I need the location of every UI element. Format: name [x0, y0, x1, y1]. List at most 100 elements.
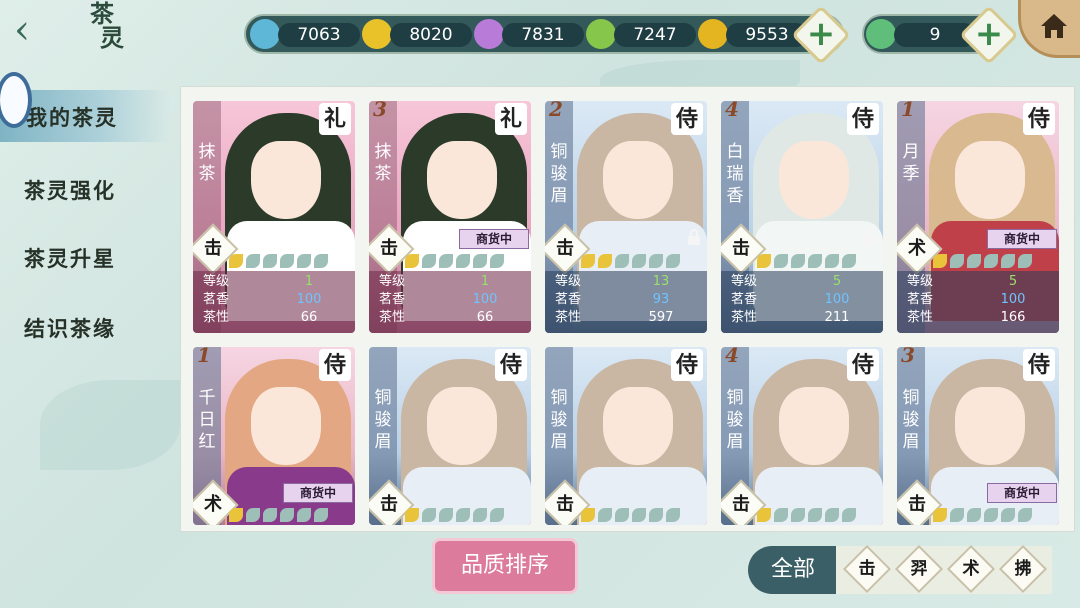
class-badge: 侍 — [495, 349, 527, 381]
menu-item-encounter[interactable]: 结识茶缘 — [24, 313, 116, 343]
tea-spirit-card[interactable]: 千日红 1 侍术商货中 — [193, 347, 355, 525]
status-tag: 商货中 — [987, 483, 1057, 503]
leaf-icon — [967, 508, 981, 522]
stat-aroma: 茗香 100 — [199, 291, 349, 309]
card-stats: 等级 1 茗香 100 茶性 66 — [193, 271, 355, 333]
stat-label: 等级 — [379, 274, 406, 289]
leaf-icon — [456, 508, 470, 522]
filter-button[interactable]: 拂 — [998, 544, 1048, 594]
leaf-icon — [774, 254, 788, 268]
leaf-icon — [490, 508, 504, 522]
menu-item-enhance[interactable]: 茶灵强化 — [24, 175, 116, 205]
stat-level: 等级 1 — [199, 273, 349, 291]
leaf-icon — [581, 254, 595, 268]
leaf-icon — [842, 254, 856, 268]
stat-value: 1 — [304, 274, 314, 289]
class-badge: 侍 — [847, 349, 879, 381]
resource-value: 8020 — [390, 23, 472, 47]
leaf-icon — [933, 508, 947, 522]
leaf-icon — [405, 508, 419, 522]
stat-aroma: 茗香 100 — [903, 291, 1053, 309]
leaf-rating — [933, 507, 1035, 523]
star-count: 3 — [373, 101, 387, 121]
stat-value: 66 — [300, 310, 318, 325]
stat-label: 等级 — [203, 274, 230, 289]
type-badge-label: 击 — [732, 238, 750, 259]
filter-button[interactable]: 击 — [842, 544, 892, 594]
tea-spirit-card[interactable]: 铜骏眉侍击 — [545, 347, 707, 525]
type-badge-label: 击 — [732, 494, 750, 515]
leaf-icon — [314, 508, 328, 522]
filter-button[interactable]: 羿 — [894, 544, 944, 594]
filter-button[interactable]: 术 — [946, 544, 996, 594]
leaf-icon — [280, 254, 294, 268]
star-count: 3 — [901, 347, 915, 367]
stat-label: 等级 — [907, 274, 934, 289]
leaf-rating — [229, 253, 331, 269]
class-badge: 礼 — [495, 103, 527, 135]
leaf-icon — [1018, 508, 1032, 522]
page-title: 茶 灵 — [62, 2, 142, 54]
tea-spirit-card[interactable]: 铜骏眉4侍击 — [721, 347, 883, 525]
card-stats: 等级 13 茗香 93 茶性 597 — [545, 271, 707, 333]
lock-icon — [688, 229, 700, 245]
stat-value: 5 — [832, 274, 842, 289]
leaf-icon — [297, 254, 311, 268]
star-count: 4 — [725, 101, 739, 121]
leaf-icon — [757, 254, 771, 268]
tea-spirit-card[interactable]: 抹茶 3 礼击商货中 等级 1 茗香 100 茶性 66 — [369, 101, 531, 333]
leaf-rating — [933, 253, 1035, 269]
stat-value: 100 — [1000, 292, 1026, 307]
stat-value: 13 — [652, 274, 670, 289]
resource-value: 7831 — [502, 23, 584, 47]
leaf-icon — [649, 508, 663, 522]
leaf-icon — [280, 508, 294, 522]
leaf-icon — [473, 508, 487, 522]
stat-label: 茶性 — [555, 310, 582, 325]
tea-spirit-card[interactable]: 铜骏眉侍击 — [369, 347, 531, 525]
character-face — [251, 141, 321, 219]
class-badge: 侍 — [319, 349, 351, 381]
filter-all-button[interactable]: 全部 — [748, 546, 838, 594]
leaf-rating — [757, 507, 859, 523]
plus-icon: + — [806, 14, 836, 54]
quality-sort-button[interactable]: 品质排序 — [432, 538, 578, 594]
filter-label: 拂 — [1014, 559, 1032, 579]
green-gem-icon — [586, 19, 616, 49]
character-face — [603, 387, 673, 465]
stat-level: 等级 5 — [903, 273, 1053, 291]
tea-spirit-card[interactable]: 铜骏眉 3 侍击商货中 — [897, 347, 1059, 525]
leaf-icon — [456, 254, 470, 268]
leaf-icon — [473, 254, 487, 268]
leaf-icon — [439, 508, 453, 522]
leaf-icon — [297, 508, 311, 522]
tea-spirit-card[interactable]: 白瑞香4侍击 等级 5 茗香 100 茶性 211 — [721, 101, 883, 333]
leaf-icon — [422, 254, 436, 268]
leaf-icon — [632, 254, 646, 268]
tea-spirit-card[interactable]: 月季 1 侍术商货中 等级 5 茗香 100 茶性 166 — [897, 101, 1059, 333]
character-face — [603, 141, 673, 219]
stat-nature: 茶性 597 — [551, 309, 701, 327]
character-face — [427, 141, 497, 219]
tea-spirit-card[interactable]: 抹茶礼击 等级 1 茗香 100 茶性 66 — [193, 101, 355, 333]
stat-label: 茶性 — [907, 310, 934, 325]
leaf-icon — [950, 508, 964, 522]
filter-label: 术 — [962, 559, 980, 579]
home-button[interactable] — [1018, 0, 1080, 58]
type-badge-label: 击 — [556, 238, 574, 259]
stat-level: 等级 13 — [551, 273, 701, 291]
jade-icon — [866, 19, 896, 49]
leaf-icon — [581, 508, 595, 522]
title-line-2: 灵 — [100, 23, 124, 52]
filter-label: 羿 — [910, 559, 928, 579]
status-tag: 商货中 — [459, 229, 529, 249]
back-button[interactable]: ‹ — [14, 8, 58, 52]
class-badge: 侍 — [671, 103, 703, 135]
purple-gem-icon — [474, 19, 504, 49]
tea-spirit-card[interactable]: 铜骏眉2侍击 等级 13 茗香 93 茶性 597 — [545, 101, 707, 333]
card-stats: 等级 5 茗香 100 茶性 211 — [721, 271, 883, 333]
status-tag: 商货中 — [987, 229, 1057, 249]
leaf-icon — [1001, 508, 1015, 522]
leaf-icon — [933, 254, 947, 268]
menu-item-star-up[interactable]: 茶灵升星 — [24, 243, 116, 273]
